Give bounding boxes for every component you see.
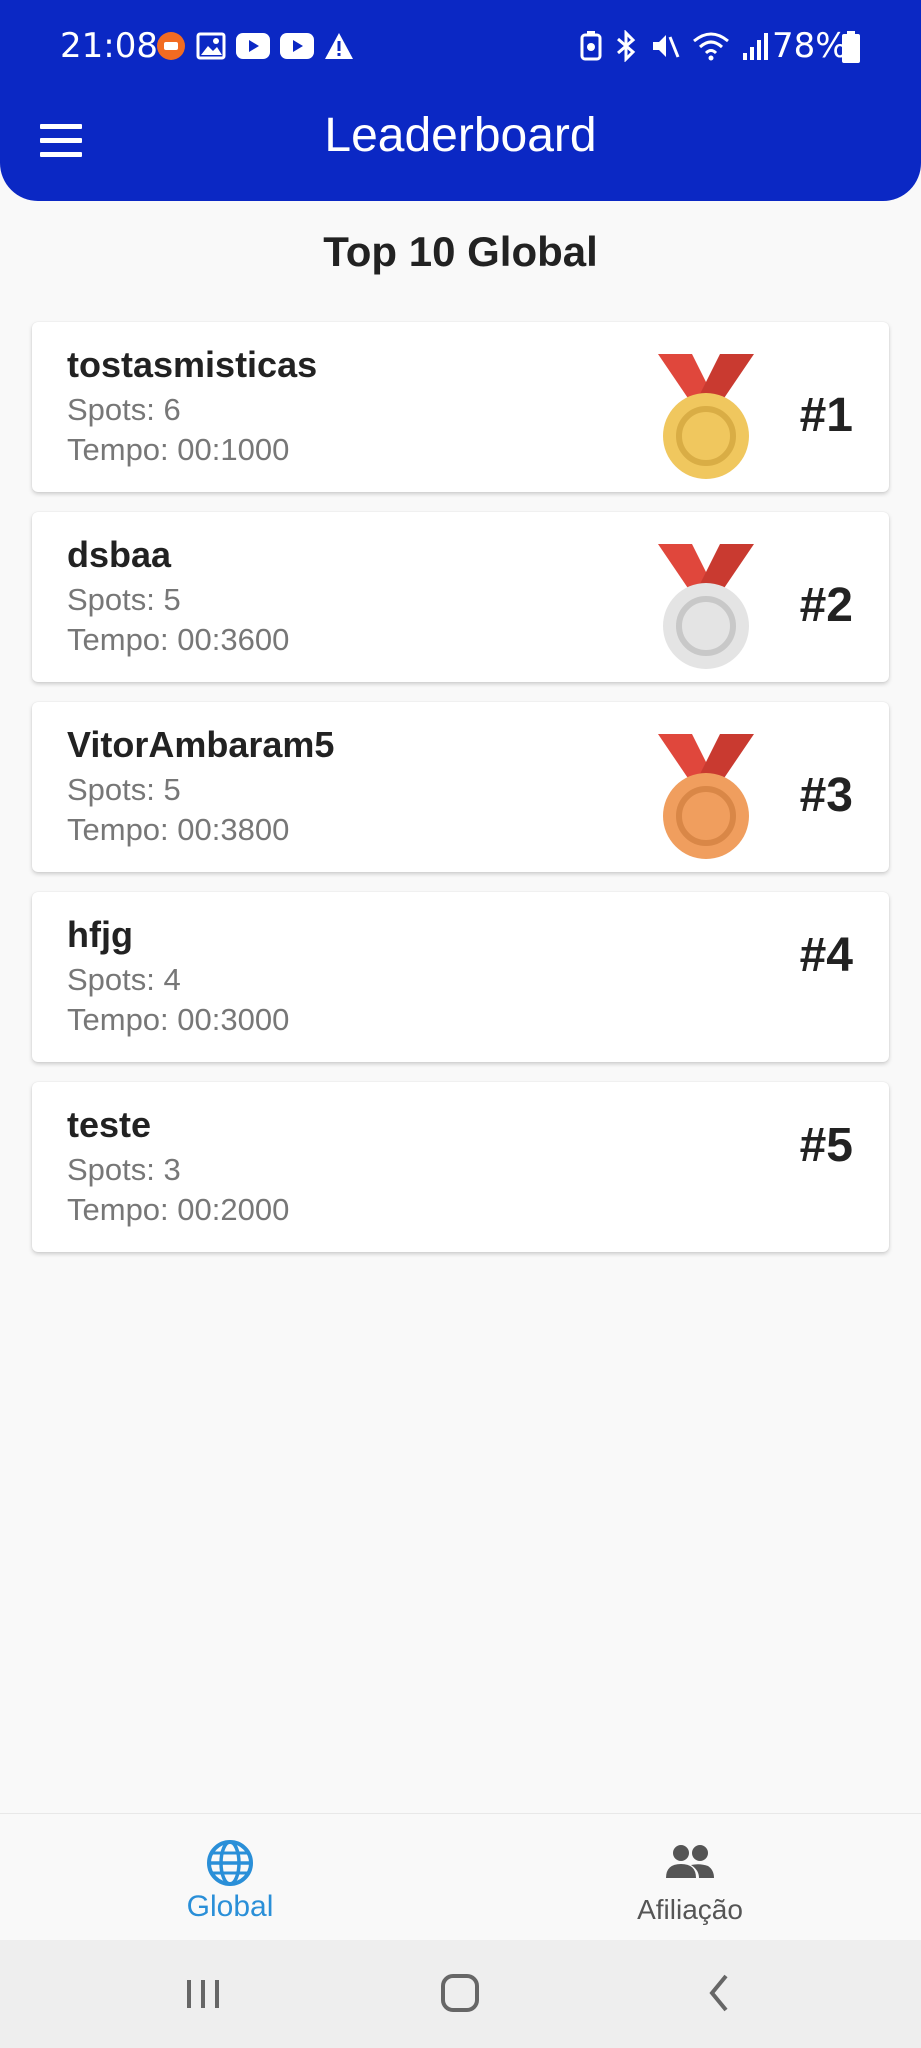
player-spots: Spots: 5 [67, 582, 181, 617]
recent-apps-icon[interactable] [183, 1968, 223, 2018]
player-tempo: Tempo: 00:1000 [67, 432, 290, 467]
gold-medal-icon [658, 354, 754, 479]
tab-afiliacao[interactable]: Afiliação [460, 1814, 920, 1941]
page-title: Leaderboard [324, 109, 597, 162]
player-spots: Spots: 6 [67, 392, 181, 427]
youtube-icon [236, 33, 270, 59]
leaderboard-entry: dsbaa Spots: 5 Tempo: 00:3600 #2 [32, 512, 889, 682]
leaderboard-entry: VitorAmbaram5 Spots: 5 Tempo: 00:3800 #3 [32, 702, 889, 872]
status-time: 21:08 [60, 26, 158, 66]
warning-icon [325, 33, 353, 59]
signal-icon [743, 33, 768, 60]
system-navigation-bar [0, 1940, 921, 2048]
app-notification-icon [157, 32, 185, 60]
player-name: hfjg [67, 914, 133, 955]
back-icon[interactable] [700, 1968, 740, 2018]
player-spots: Spots: 4 [67, 962, 181, 997]
player-tempo: Tempo: 00:3600 [67, 622, 290, 657]
people-icon [666, 1845, 714, 1878]
mute-icon [653, 35, 680, 58]
tab-global-label: Global [186, 1890, 274, 1923]
bottom-navigation: Global Afiliação [0, 1813, 921, 1941]
youtube-icon [280, 33, 314, 59]
player-name: teste [67, 1104, 152, 1145]
tab-global[interactable]: Global [0, 1814, 460, 1941]
player-name: dsbaa [67, 534, 172, 575]
player-spots: Spots: 3 [67, 1152, 181, 1187]
bronze-medal-icon [658, 734, 754, 859]
tab-afiliacao-label: Afiliação [637, 1894, 743, 1925]
leaderboard-entry: tostasmisticas Spots: 6 Tempo: 00:1000 #… [32, 322, 889, 492]
wifi-icon [693, 32, 729, 61]
battery-percentage: 78% [772, 26, 848, 66]
battery-icon [842, 31, 860, 63]
player-spots: Spots: 5 [67, 772, 181, 807]
leaderboard-entry: teste Spots: 3 Tempo: 00:2000 #5 [32, 1082, 889, 1252]
player-name: tostasmisticas [67, 344, 318, 385]
rank-number: #5 [799, 1119, 853, 1172]
status-bar: 21:08 78% [0, 0, 921, 90]
player-tempo: Tempo: 00:2000 [67, 1192, 290, 1227]
section-title: Top 10 Global [323, 228, 598, 275]
rank-number: #1 [799, 389, 853, 442]
rank-number: #3 [799, 769, 853, 822]
battery-saver-icon [580, 31, 602, 61]
bluetooth-icon [617, 30, 636, 62]
globe-icon [207, 1840, 253, 1886]
home-icon[interactable] [438, 1968, 482, 2018]
player-tempo: Tempo: 00:3000 [67, 1002, 290, 1037]
player-tempo: Tempo: 00:3800 [67, 812, 290, 847]
player-name: VitorAmbaram5 [67, 724, 335, 765]
silver-medal-icon [658, 544, 754, 669]
app-bar: 21:08 78% Leaderboard [0, 0, 921, 201]
leaderboard-entry: hfjg Spots: 4 Tempo: 00:3000 #4 [32, 892, 889, 1062]
rank-number: #4 [799, 929, 853, 982]
rank-number: #2 [799, 579, 853, 632]
image-icon [196, 32, 226, 60]
